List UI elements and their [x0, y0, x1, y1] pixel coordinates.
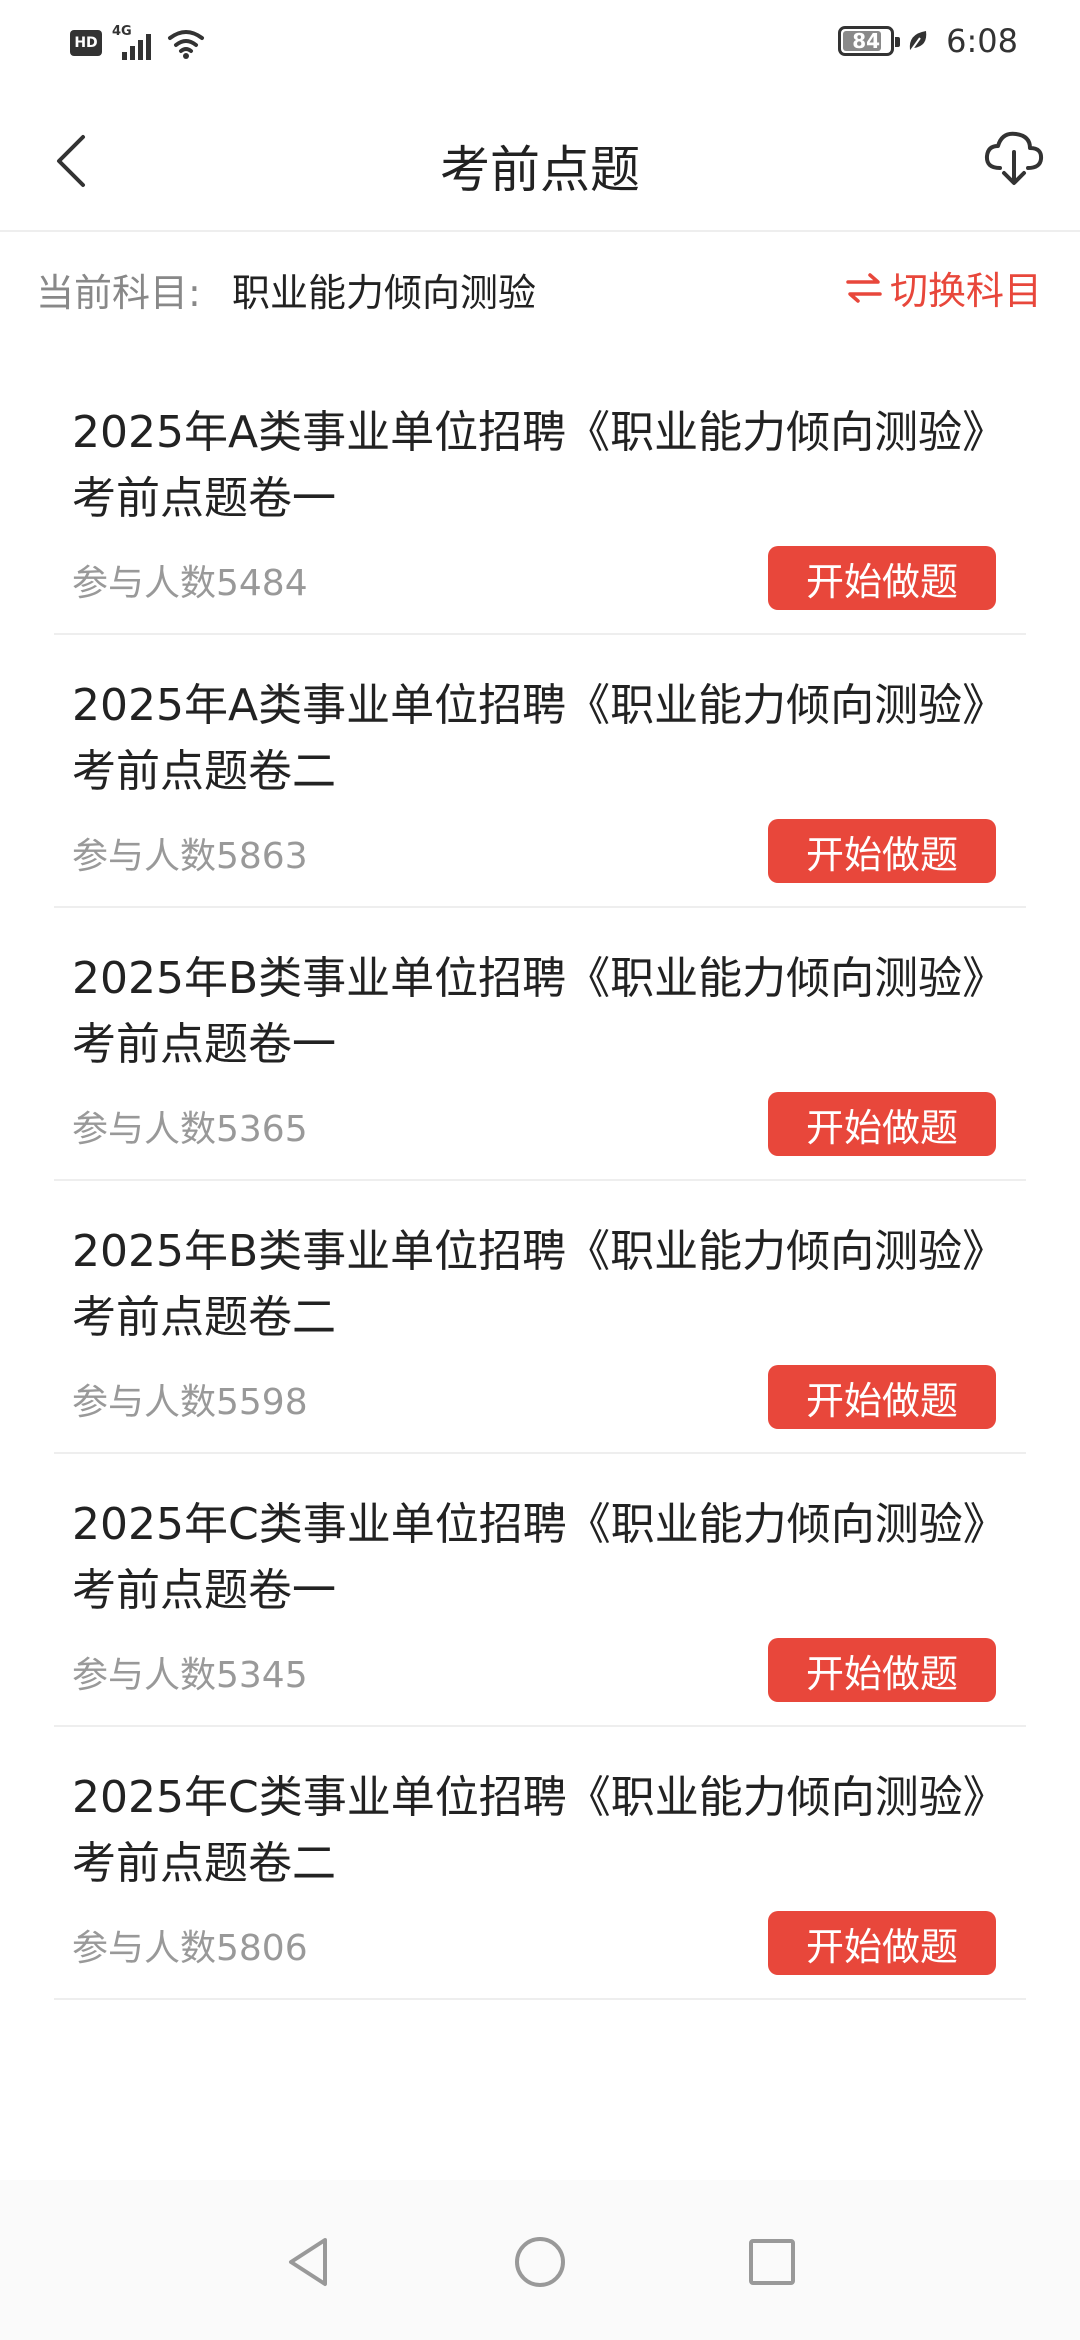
clock: 6:08	[946, 22, 1018, 60]
switch-subject-button[interactable]: 切换科目	[846, 260, 1042, 315]
download-button[interactable]	[976, 120, 1052, 196]
participant-count: 参与人数5806	[72, 1928, 308, 1969]
exam-item[interactable]: 2025年C类事业单位招聘《职业能力倾向测验》考前点题卷二 参与人数5806 开…	[54, 1727, 1026, 2000]
nav-home-button[interactable]	[508, 2230, 572, 2294]
signal-icon: 4G	[112, 24, 156, 60]
exam-item[interactable]: 2025年A类事业单位招聘《职业能力倾向测验》考前点题卷一 参与人数5484 开…	[54, 362, 1026, 635]
status-left: HD 4G	[70, 24, 206, 60]
participant-count: 参与人数5598	[72, 1382, 308, 1423]
start-exam-button[interactable]: 开始做题	[768, 819, 996, 883]
nav-recent-button[interactable]	[740, 2230, 804, 2294]
subject-value: 职业能力倾向测验	[232, 271, 537, 315]
app-header: 考前点题	[0, 90, 1080, 232]
participant-count: 参与人数5863	[72, 836, 308, 877]
exam-item[interactable]: 2025年C类事业单位招聘《职业能力倾向测验》考前点题卷一 参与人数5345 开…	[54, 1454, 1026, 1727]
exam-title: 2025年B类事业单位招聘《职业能力倾向测验》考前点题卷一	[72, 953, 985, 1070]
circle-home-icon	[515, 2237, 565, 2287]
exam-list: 2025年A类事业单位招聘《职业能力倾向测验》考前点题卷一 参与人数5484 开…	[0, 362, 1080, 2000]
exam-title: 2025年A类事业单位招聘《职业能力倾向测验》考前点题卷一	[72, 407, 985, 524]
switch-subject-label: 切换科目	[889, 269, 1042, 313]
nav-back-button[interactable]	[276, 2230, 340, 2294]
exam-title: 2025年C类事业单位招聘《职业能力倾向测验》考前点题卷二	[72, 1772, 985, 1889]
participant-count: 参与人数5484	[72, 563, 308, 604]
system-nav-bar	[0, 2180, 1080, 2340]
subject-bar: 当前科目: 职业能力倾向测验 切换科目	[0, 232, 1080, 340]
swap-arrows-icon	[846, 272, 882, 303]
participant-count: 参与人数5345	[72, 1655, 308, 1696]
start-exam-button[interactable]: 开始做题	[768, 546, 996, 610]
exam-title: 2025年B类事业单位招聘《职业能力倾向测验》考前点题卷二	[72, 1226, 985, 1343]
exam-item[interactable]: 2025年A类事业单位招聘《职业能力倾向测验》考前点题卷二 参与人数5863 开…	[54, 635, 1026, 908]
battery-icon: 84	[838, 26, 901, 56]
wifi-icon	[168, 30, 204, 59]
status-right: 84 6:08	[838, 22, 1018, 60]
exam-title: 2025年A类事业单位招聘《职业能力倾向测验》考前点题卷二	[72, 680, 985, 797]
exam-item[interactable]: 2025年B类事业单位招聘《职业能力倾向测验》考前点题卷二 参与人数5598 开…	[54, 1181, 1026, 1454]
exam-item[interactable]: 2025年B类事业单位招聘《职业能力倾向测验》考前点题卷一 参与人数5365 开…	[54, 908, 1026, 1181]
start-exam-button[interactable]: 开始做题	[768, 1365, 996, 1429]
hd-icon: HD	[70, 30, 102, 56]
start-exam-button[interactable]: 开始做题	[768, 1092, 996, 1156]
screen: HD 4G 84 6:08 考前点题 当前科目: 职业能力倾向测验 切换科目 2…	[0, 0, 1080, 2340]
triangle-back-icon	[289, 2238, 327, 2286]
leaf-icon	[909, 31, 927, 53]
exam-title: 2025年C类事业单位招聘《职业能力倾向测验》考前点题卷一	[72, 1499, 985, 1616]
start-exam-button[interactable]: 开始做题	[768, 1638, 996, 1702]
participant-count: 参与人数5365	[72, 1109, 308, 1150]
square-recent-icon	[749, 2239, 795, 2285]
start-exam-button[interactable]: 开始做题	[768, 1911, 996, 1975]
battery-level: 84	[852, 29, 881, 53]
status-bar: HD 4G 84 6:08	[0, 0, 1080, 90]
cloud-download-icon	[984, 131, 1044, 185]
page-title: 考前点题	[440, 141, 640, 199]
subject-label: 当前科目:	[36, 271, 201, 315]
